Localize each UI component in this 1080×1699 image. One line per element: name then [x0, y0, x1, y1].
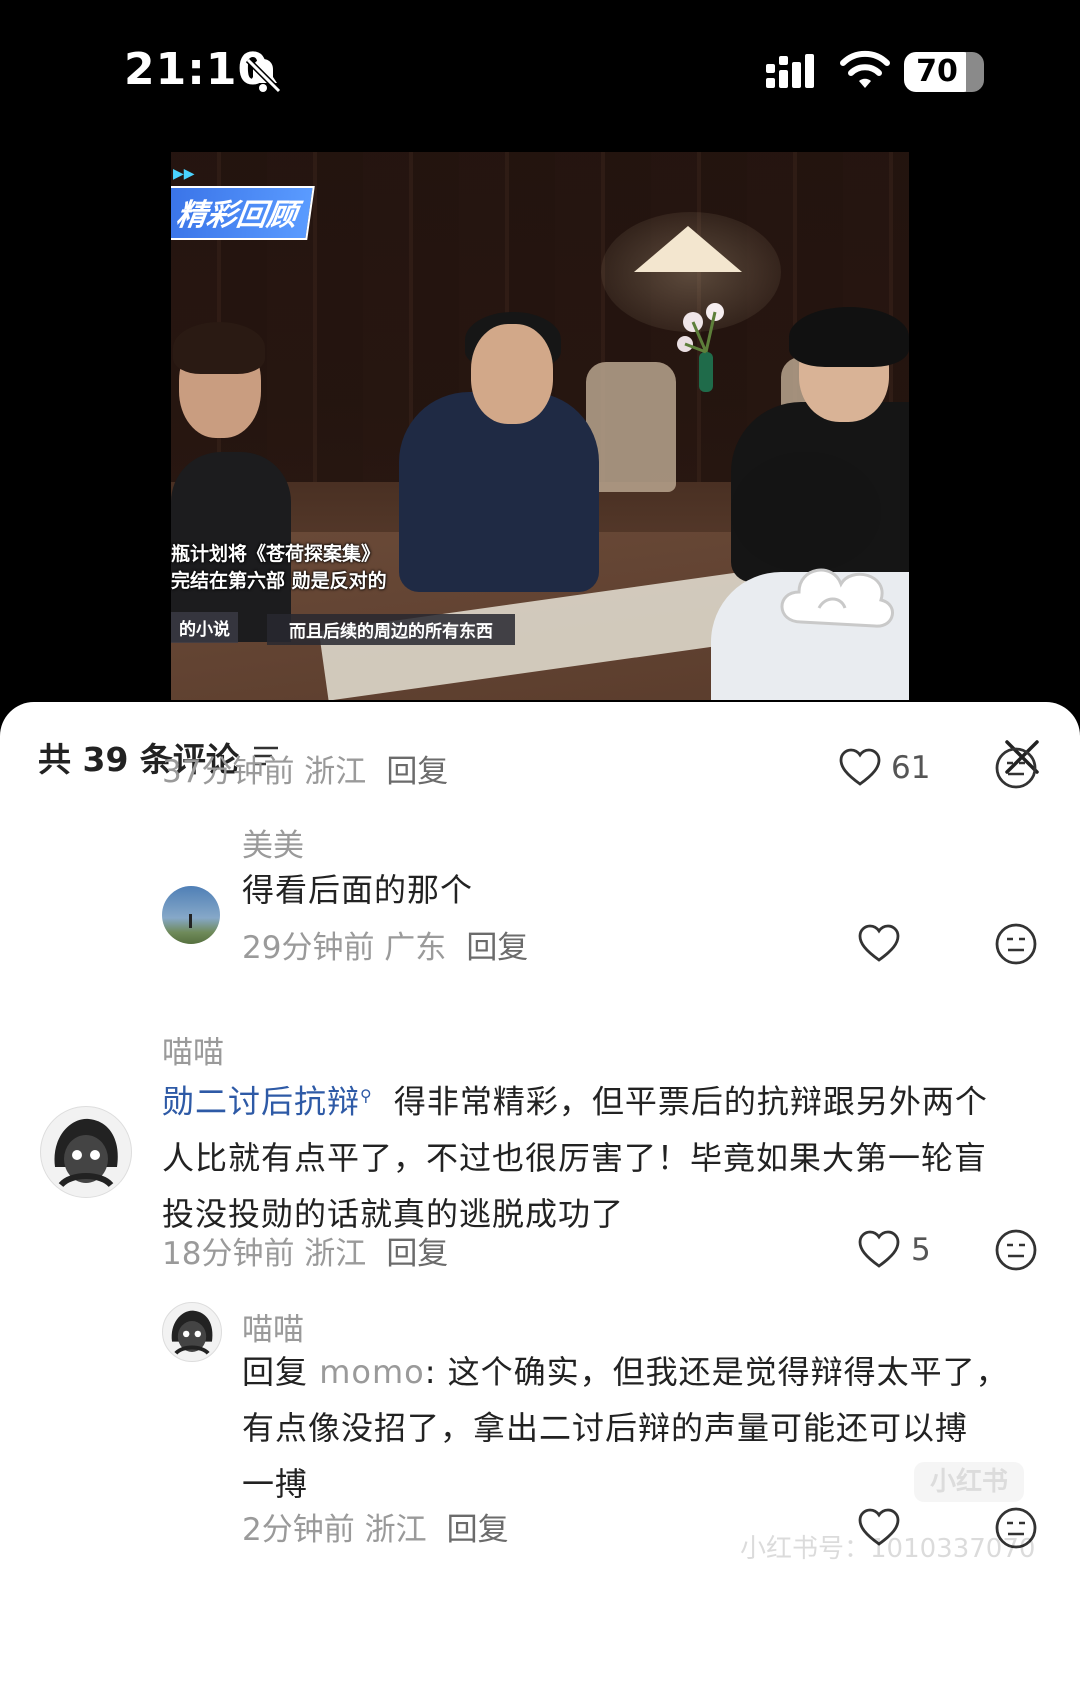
comment-username[interactable]: 喵喵 [162, 1027, 224, 1072]
comment-meta: 2分钟前 浙江 回复 [242, 1512, 509, 1548]
lamp-shape [634, 226, 742, 272]
flower-vase-shape [677, 303, 724, 392]
heart-icon[interactable] [857, 924, 901, 964]
avatar[interactable] [162, 1302, 222, 1362]
comment-meta: 37分钟前 浙江 回复 [162, 754, 449, 790]
cloud-sticker-icon [780, 568, 894, 628]
reply-button[interactable]: 回复 [466, 930, 528, 966]
comment-username[interactable]: 美美 [242, 820, 304, 865]
highlight-badge: 精彩回顾 [171, 186, 315, 240]
watermark-text: 小红书号：1010337070 [740, 1534, 1036, 1564]
bell-slash-icon [245, 57, 282, 94]
subtitle-line: 完结在第六部 勋是反对的 [171, 570, 387, 592]
battery-level: 70 [916, 54, 958, 89]
comment-username[interactable]: 喵喵 [242, 1304, 304, 1349]
cartoon-face-icon [54, 1118, 118, 1188]
like-count: 61 [891, 750, 931, 786]
dislike-face-icon[interactable] [994, 922, 1038, 966]
comment-meta: 18分钟前 浙江 回复 [162, 1236, 449, 1272]
search-icon: ⚲ [360, 1086, 373, 1105]
reply-button[interactable]: 回复 [386, 754, 448, 790]
cartoon-face-icon [171, 1310, 213, 1355]
like-count: 5 [911, 1232, 931, 1268]
watermark-logo: 小红书 [914, 1462, 1024, 1502]
dislike-face-icon[interactable] [994, 1228, 1038, 1272]
heart-icon[interactable] [838, 748, 882, 788]
status-bar: 21:10 70 [0, 0, 1080, 150]
subtitle-tag: 的小说 [171, 612, 238, 643]
comment-text: 得看后面的那个 [242, 871, 474, 909]
subtitle-line: 瓶计划将《苍荷探案集》 [171, 543, 381, 565]
reply-button[interactable]: 回复 [447, 1512, 509, 1548]
comment-meta: 29分钟前 广东 回复 [242, 930, 529, 966]
avatar[interactable] [162, 886, 220, 944]
battery-icon: 70 [904, 52, 984, 92]
mention-link[interactable]: momo [319, 1353, 425, 1391]
topic-link[interactable]: 勋二讨后抗辩 [162, 1083, 360, 1121]
cellular-signal-icon [766, 54, 814, 88]
wifi-icon [840, 50, 890, 88]
subtitle-line: 而且后续的周边的所有东西 [267, 614, 515, 645]
dislike-face-icon[interactable] [994, 746, 1038, 790]
reply-button[interactable]: 回复 [386, 1236, 448, 1272]
play-arrows-icon: ▶▶ [173, 166, 195, 182]
heart-icon[interactable] [857, 1230, 901, 1270]
comments-sheet: 共 39 条评论 37分钟前 浙江 回复 61 美美 得看后面的那个 29分钟前 … [0, 702, 1080, 1699]
armchair-shape [586, 362, 676, 492]
avatar[interactable] [40, 1106, 132, 1198]
comment-text: 勋二讨后抗辩⚲ 得非常精彩，但平票后的抗辩跟另外两个 人比就有点平了，不过也很厉… [162, 1082, 988, 1233]
video-preview[interactable]: ▶▶ 精彩回顾 瓶计划将《苍荷探案集》 完结在第六部 勋是反对的 的小说 而且后… [171, 152, 909, 700]
